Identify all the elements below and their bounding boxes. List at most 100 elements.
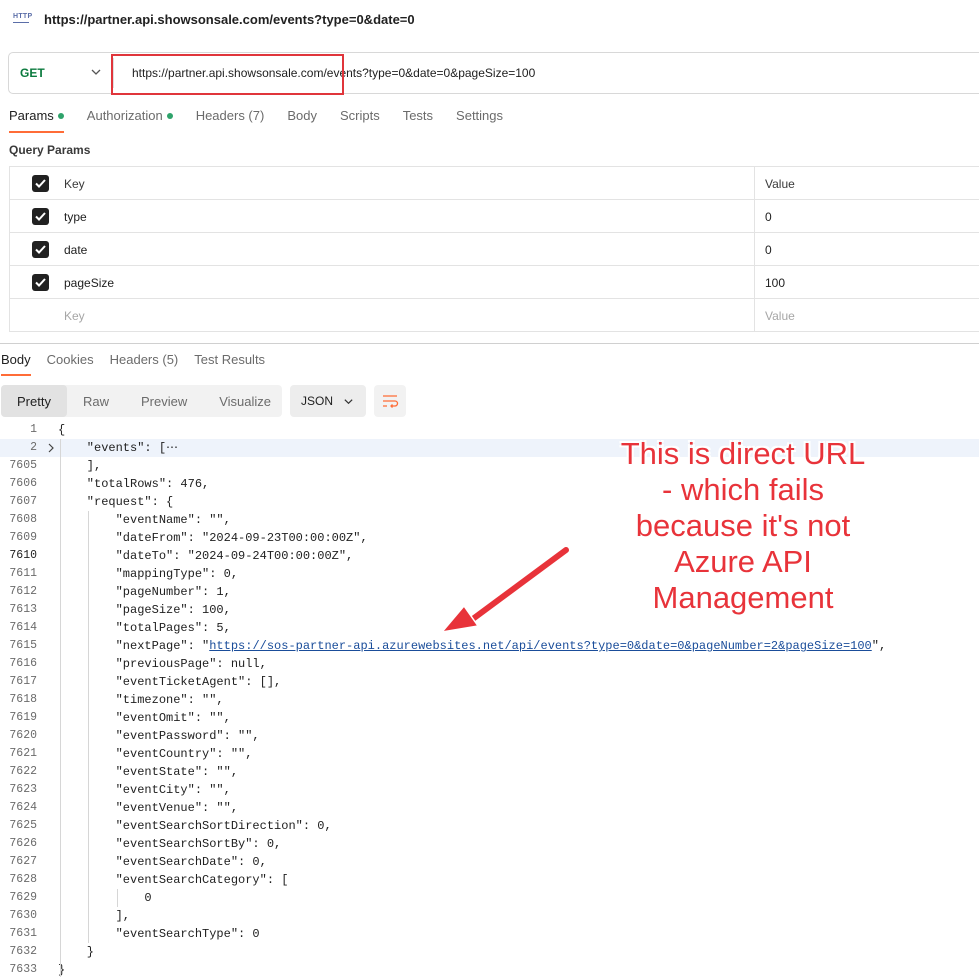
format-select[interactable]: JSON	[290, 385, 366, 417]
new-key-input[interactable]: Key	[64, 309, 85, 323]
line-number: 7616	[9, 657, 37, 670]
code-line: 7618 "timezone": "",	[0, 691, 979, 709]
code-text: "eventState": "",	[58, 765, 239, 779]
tab-response-body[interactable]: Body	[1, 352, 31, 376]
param-key[interactable]: date	[64, 243, 87, 257]
view-preview-button[interactable]: Preview	[125, 385, 203, 417]
line-number: 7614	[9, 621, 37, 634]
tab-settings[interactable]: Settings	[456, 108, 503, 134]
code-text: {	[58, 423, 66, 437]
code-text: "dateFrom": "2024-09-23T00:00:00Z",	[58, 531, 368, 545]
code-text: "totalRows": 476,	[58, 477, 210, 491]
line-number: 7622	[9, 765, 37, 778]
param-value[interactable]: 0	[765, 210, 772, 224]
annotation-arrow	[440, 545, 571, 634]
line-number: 7607	[9, 495, 37, 508]
request-title[interactable]: https://partner.api.showsonsale.com/even…	[44, 12, 415, 27]
query-params-table: Key Value type 0 date 0 pageSize 100 Key…	[9, 166, 979, 332]
line-number: 7626	[9, 837, 37, 850]
chevron-down-icon[interactable]	[90, 66, 102, 78]
code-text: }	[58, 945, 95, 959]
new-value-input[interactable]: Value	[765, 309, 795, 323]
http-request-icon: HTTP	[13, 13, 32, 23]
code-text: "timezone": "",	[58, 693, 224, 707]
code-text: "previousPage": null,	[58, 657, 267, 671]
select-all-checkbox[interactable]	[32, 175, 49, 192]
code-line: 7617 "eventTicketAgent": [],	[0, 673, 979, 691]
code-line: 7629 0	[0, 889, 979, 907]
tab-cookies[interactable]: Cookies	[47, 352, 94, 376]
line-number: 7633	[9, 963, 37, 976]
param-checkbox[interactable]	[32, 241, 49, 258]
line-number: 7631	[9, 927, 37, 940]
code-line: 7631 "eventSearchType": 0	[0, 925, 979, 943]
line-number: 7605	[9, 459, 37, 472]
code-text: "pageNumber": 1,	[58, 585, 231, 599]
line-number: 7612	[9, 585, 37, 598]
param-value[interactable]: 100	[765, 276, 785, 290]
pane-divider[interactable]	[0, 343, 979, 344]
line-number: 7620	[9, 729, 37, 742]
line-number: 7615	[9, 639, 37, 652]
status-dot-icon	[166, 113, 173, 119]
line-number: 7621	[9, 747, 37, 760]
request-tabs: Params Authorization Headers (7) Body Sc…	[9, 108, 526, 134]
param-key[interactable]: pageSize	[64, 276, 114, 290]
code-text: "eventSearchSortDirection": 0,	[58, 819, 332, 833]
chevron-right-icon[interactable]	[46, 443, 56, 453]
indent-guide	[60, 439, 61, 977]
query-params-label: Query Params	[9, 143, 91, 157]
table-row: type 0	[9, 200, 979, 233]
line-number: 7628	[9, 873, 37, 886]
line-number: 7613	[9, 603, 37, 616]
param-value[interactable]: 0	[765, 243, 772, 257]
code-text: "eventSearchSortBy": 0,	[58, 837, 282, 851]
tab-tests[interactable]: Tests	[403, 108, 433, 134]
column-header-value: Value	[765, 177, 795, 191]
code-text: "pageSize": 100,	[58, 603, 231, 617]
view-raw-button[interactable]: Raw	[67, 385, 125, 417]
wrap-lines-button[interactable]	[374, 385, 406, 417]
response-tabs: Body Cookies Headers (5) Test Results	[1, 352, 281, 376]
tab-headers[interactable]: Headers (7)	[196, 108, 265, 134]
param-checkbox[interactable]	[32, 274, 49, 291]
request-title-bar: HTTP https://partner.api.showsonsale.com…	[0, 0, 979, 40]
code-text: "mappingType": 0,	[58, 567, 239, 581]
tab-scripts[interactable]: Scripts	[340, 108, 380, 134]
line-number: 7611	[9, 567, 37, 580]
tab-authorization[interactable]: Authorization	[87, 108, 173, 134]
chevron-down-icon	[344, 399, 353, 405]
line-number: 7610	[9, 549, 37, 562]
tab-test-results[interactable]: Test Results	[194, 352, 265, 376]
code-line: 7630 ],	[0, 907, 979, 925]
line-number: 7618	[9, 693, 37, 706]
code-line: 7624 "eventVenue": "",	[0, 799, 979, 817]
view-visualize-button[interactable]: Visualize	[203, 385, 287, 417]
view-pretty-button[interactable]: Pretty	[1, 385, 67, 417]
param-key[interactable]: type	[64, 210, 87, 224]
table-row-new: Key Value	[9, 299, 979, 332]
tab-response-headers[interactable]: Headers (5)	[110, 352, 179, 376]
code-text: "eventTicketAgent": [],	[58, 675, 282, 689]
tab-body[interactable]: Body	[287, 108, 317, 134]
code-text: "eventCity": "",	[58, 783, 231, 797]
code-text: "events": [⋯	[58, 441, 179, 455]
code-line: 7621 "eventCountry": "",	[0, 745, 979, 763]
table-row: date 0	[9, 233, 979, 266]
line-number: 7632	[9, 945, 37, 958]
code-line: 7628 "eventSearchCategory": [	[0, 871, 979, 889]
line-number: 7617	[9, 675, 37, 688]
tab-params[interactable]: Params	[9, 108, 64, 133]
line-number: 7606	[9, 477, 37, 490]
line-number: 2	[30, 441, 37, 454]
code-text: ],	[58, 459, 102, 473]
wrap-icon	[383, 395, 399, 408]
code-line: 7622 "eventState": "",	[0, 763, 979, 781]
line-number: 1	[30, 423, 37, 436]
line-number: 7608	[9, 513, 37, 526]
code-text: "eventOmit": "",	[58, 711, 231, 725]
line-number: 7624	[9, 801, 37, 814]
code-text: "eventSearchCategory": [	[58, 873, 289, 887]
line-number: 7629	[9, 891, 37, 904]
param-checkbox[interactable]	[32, 208, 49, 225]
